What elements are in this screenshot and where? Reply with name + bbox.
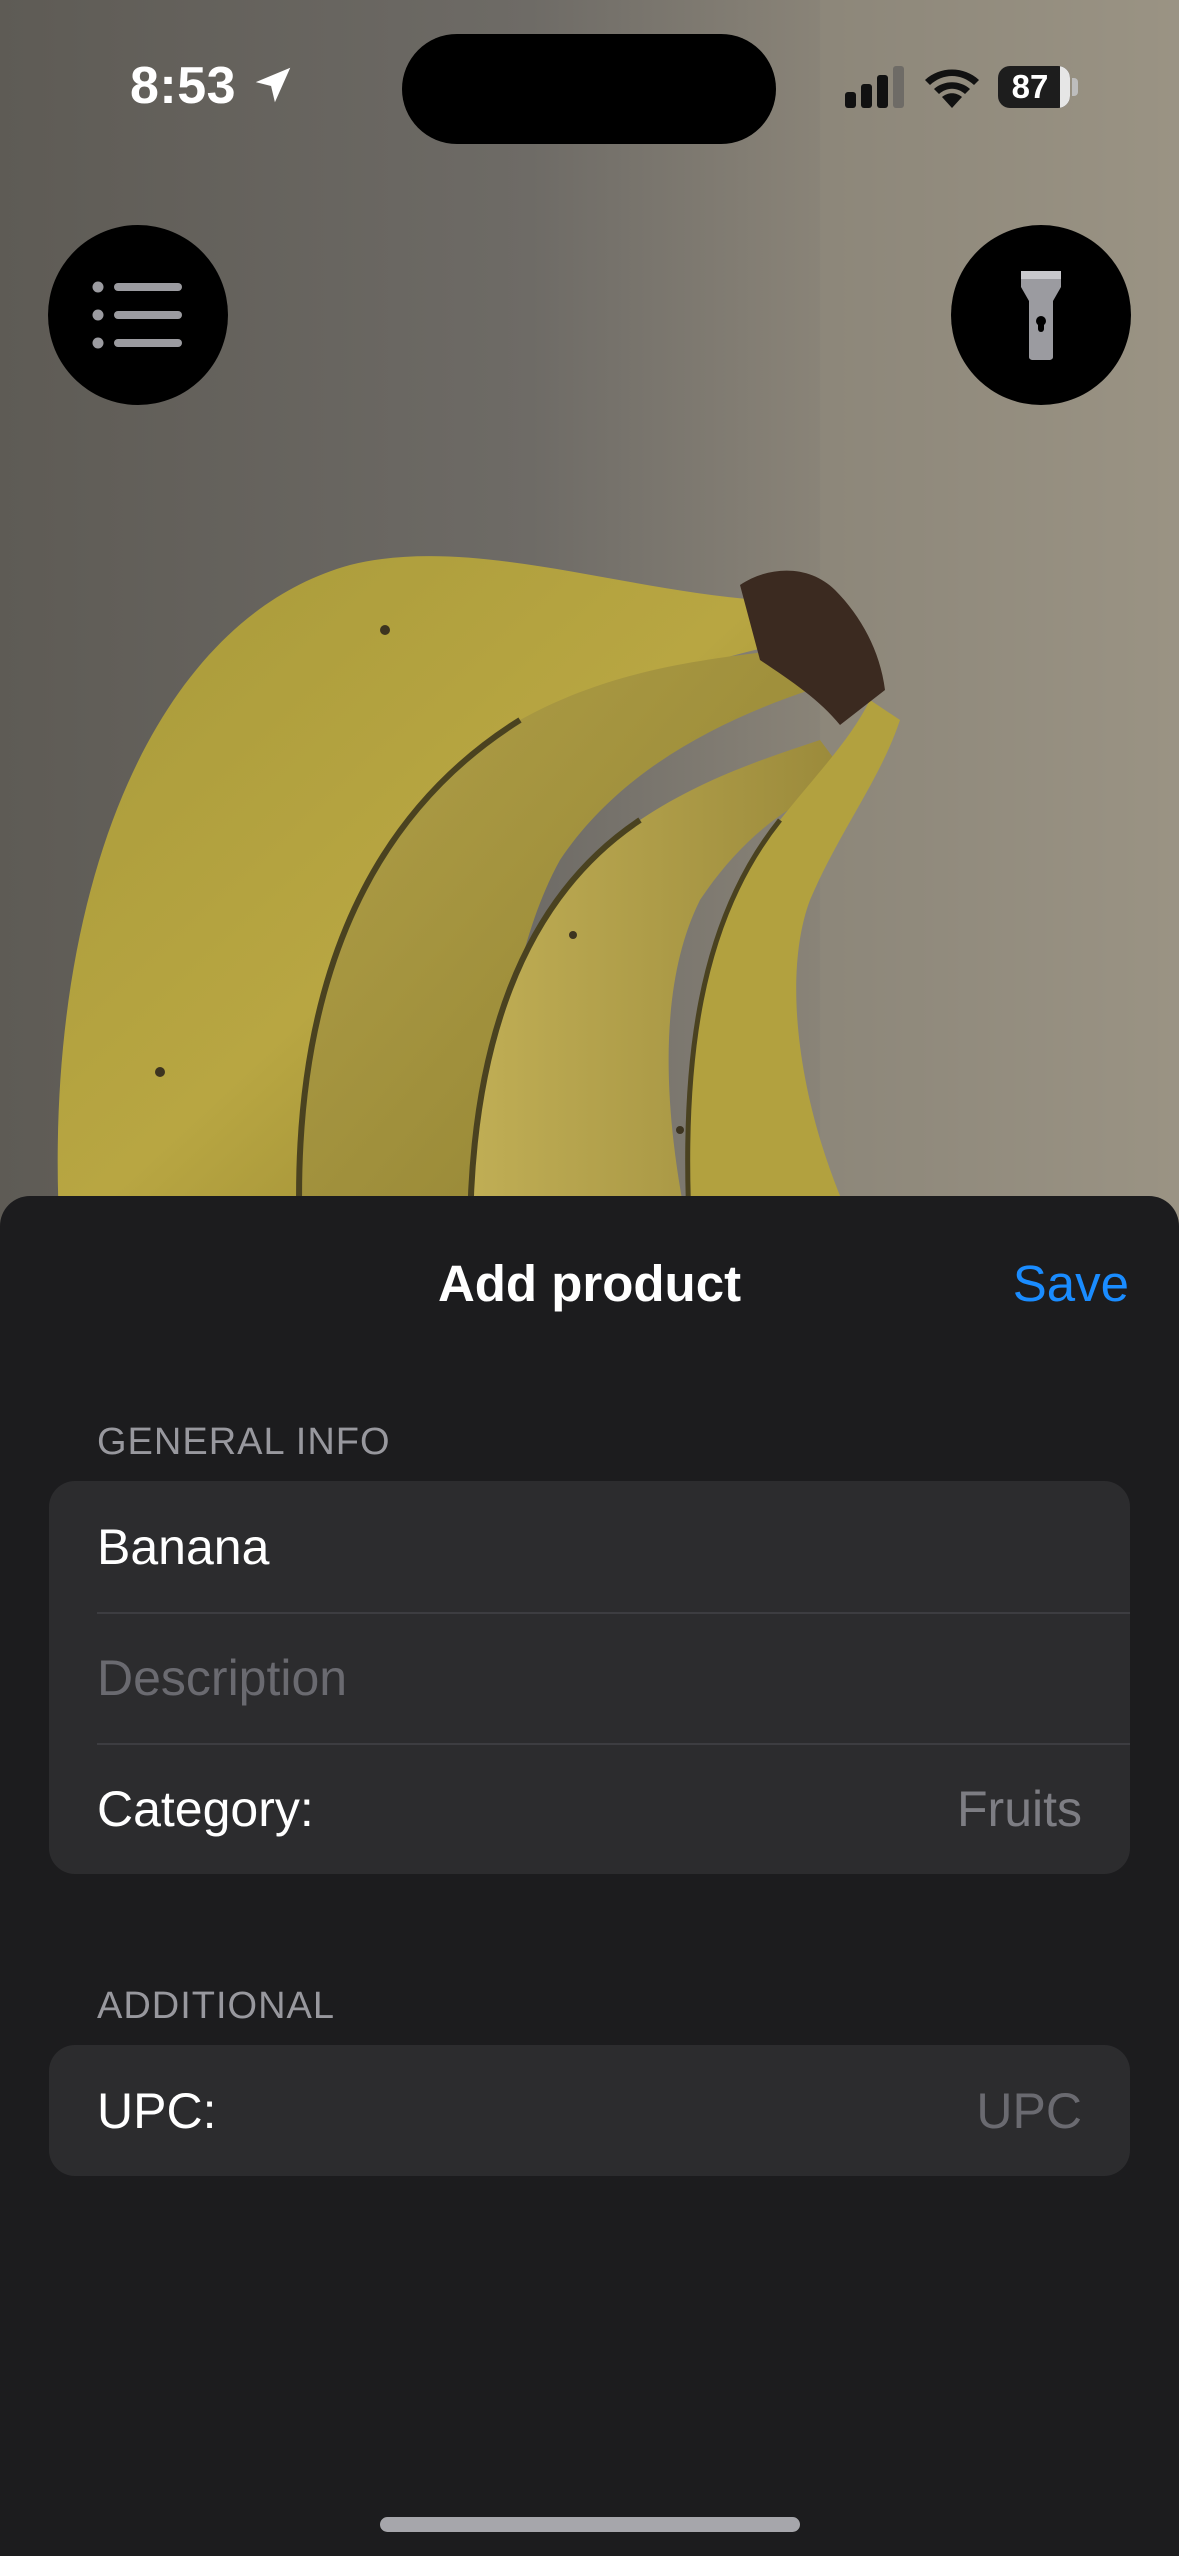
name-field-value: Banana [97,1518,270,1575]
category-picker[interactable]: Category: Fruits [49,1743,1130,1874]
category-label: Category: [97,1780,314,1837]
sheet-title: Add product [437,1255,742,1312]
save-button[interactable]: Save [1013,1254,1129,1314]
flashlight-button[interactable] [951,225,1131,405]
camera-preview [0,0,1179,1240]
general-info-header: GENERAL INFO [97,1421,391,1463]
battery-indicator: 87 [998,66,1070,108]
upc-label: UPC: [97,2082,217,2139]
dynamic-island [402,34,776,144]
battery-cap [1072,78,1078,96]
name-field[interactable]: Banana [49,1481,1130,1612]
upc-field[interactable]: UPC: UPC [49,2045,1130,2176]
list-bullet-icon [92,281,182,349]
additional-group: UPC: UPC [49,2045,1130,2176]
add-product-sheet: Add product Save GENERAL INFO Banana Des… [0,1196,1179,2556]
category-value: Fruits [957,1780,1082,1837]
home-indicator[interactable] [380,2517,800,2532]
wifi-icon [925,69,979,108]
additional-header: ADDITIONAL [97,1985,336,2027]
menu-button[interactable] [48,225,228,405]
general-info-group: Banana Description Category: Fruits [49,1481,1130,1874]
status-time: 8:53 [130,57,237,115]
location-arrow-icon [255,67,291,103]
description-placeholder: Description [97,1649,348,1706]
description-field[interactable]: Description [49,1612,1130,1743]
banana-image [0,0,1179,1240]
upc-placeholder: UPC [976,2082,1082,2139]
cellular-signal-icon [845,66,904,108]
battery-percent: 87 [1011,68,1049,105]
flashlight-icon [1021,271,1061,360]
